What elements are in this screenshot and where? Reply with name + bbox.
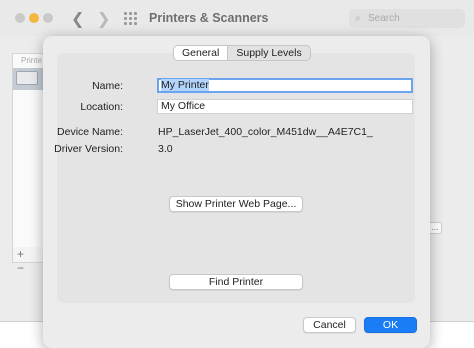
printer-list[interactable]: Printe: [12, 53, 45, 248]
driver-version-value: 3.0: [158, 143, 173, 155]
show-printer-web-page-button[interactable]: Show Printer Web Page...: [169, 196, 303, 212]
back-arrow-icon[interactable]: ❮: [71, 9, 84, 29]
printer-info-sheet: General Supply Levels Name: My Printer L…: [43, 36, 430, 348]
tab-supply-levels[interactable]: Supply Levels: [228, 46, 309, 60]
printer-list-header: Printe: [21, 56, 42, 65]
zoom-window-button[interactable]: [43, 13, 53, 23]
driver-version-label: Driver Version:: [54, 143, 123, 155]
close-window-button[interactable]: [15, 13, 25, 23]
add-printer-button[interactable]: +: [17, 247, 24, 261]
name-field-value: My Printer: [161, 79, 209, 91]
tab-bar: General Supply Levels: [173, 45, 311, 61]
options-button[interactable]: ...: [428, 222, 442, 234]
title-bar: ❮ ❯ Printers & Scanners ⌕ Search: [0, 0, 474, 36]
list-controls: +−: [12, 247, 45, 275]
search-placeholder: Search: [368, 13, 400, 24]
name-label: Name:: [92, 80, 123, 92]
general-panel: Name: My Printer Location: My Office Dev…: [54, 53, 415, 303]
printer-list-item[interactable]: [13, 68, 44, 90]
ok-button[interactable]: OK: [364, 317, 417, 333]
location-field-value: My Office: [161, 100, 206, 112]
device-name-label: Device Name:: [57, 126, 123, 138]
search-field[interactable]: ⌕ Search: [349, 9, 465, 28]
tab-general[interactable]: General: [174, 46, 229, 60]
device-name-value: HP_LaserJet_400_color_M451dw__A4E7C1_: [158, 126, 373, 138]
remove-printer-button[interactable]: −: [17, 261, 24, 275]
search-icon: ⌕: [355, 13, 361, 24]
location-field[interactable]: My Office: [157, 99, 413, 114]
cancel-button[interactable]: Cancel: [303, 317, 356, 333]
window-title: Printers & Scanners: [149, 11, 269, 25]
forward-arrow-icon[interactable]: ❯: [97, 9, 110, 29]
show-all-grid-icon[interactable]: [124, 12, 138, 25]
name-field[interactable]: My Printer: [157, 78, 413, 93]
find-printer-button[interactable]: Find Printer: [169, 274, 303, 290]
location-label: Location:: [80, 101, 123, 113]
printer-icon: [16, 71, 38, 85]
minimize-window-button[interactable]: [29, 13, 39, 23]
